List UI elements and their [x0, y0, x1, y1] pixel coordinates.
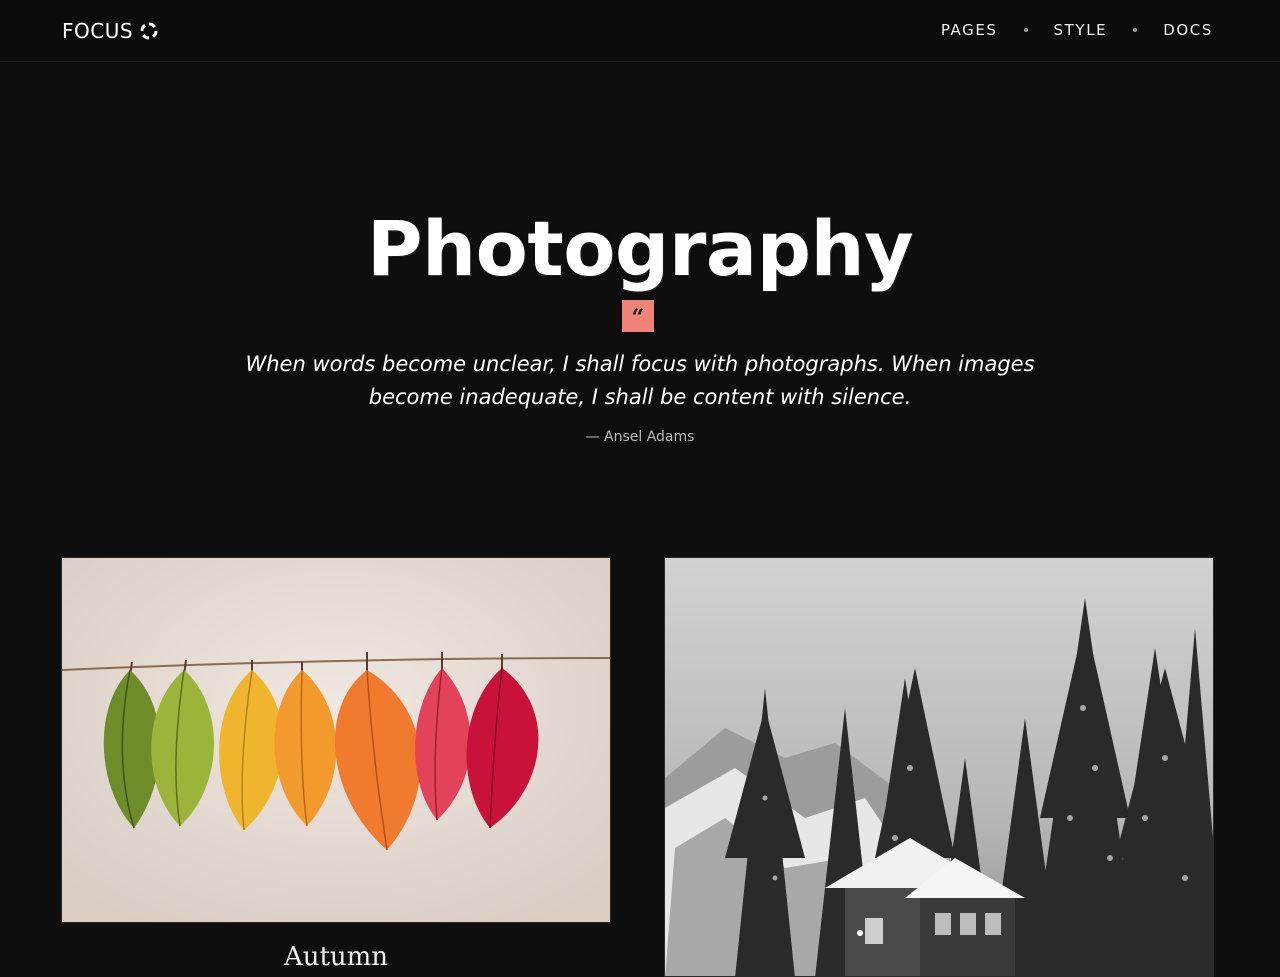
main-nav: PAGES STYLE DOCS [941, 19, 1213, 41]
nav-item-style[interactable]: STYLE [1054, 19, 1108, 41]
nav-separator-dot [1023, 28, 1028, 32]
nav-item-pages[interactable]: PAGES [941, 19, 998, 41]
gallery-card-winter[interactable] [664, 557, 1214, 977]
quote-text: When words become unclear, I shall focus… [245, 352, 1035, 409]
page-title: Photography [366, 203, 914, 293]
nav-separator-dot [1133, 28, 1138, 32]
autumn-leaves-image [62, 558, 610, 922]
quote-author: — Ansel Adams [585, 429, 695, 445]
nav-item-docs[interactable]: DOCS [1163, 19, 1213, 41]
snowy-cabin-photo[interactable] [664, 557, 1214, 977]
site-header: FOCUS PAGES STYLE DOCS [0, 0, 1280, 62]
card-caption: Autumn [283, 942, 389, 972]
autumn-leaves-photo[interactable] [61, 557, 611, 923]
snowy-cabin-image [665, 558, 1213, 976]
logo-text: FOCUS [62, 19, 134, 43]
site-logo[interactable]: FOCUS [62, 17, 159, 45]
gallery-card-autumn[interactable]: Autumn [61, 557, 611, 972]
quote-mark-icon: “ [622, 300, 654, 332]
aperture-icon [140, 22, 158, 40]
